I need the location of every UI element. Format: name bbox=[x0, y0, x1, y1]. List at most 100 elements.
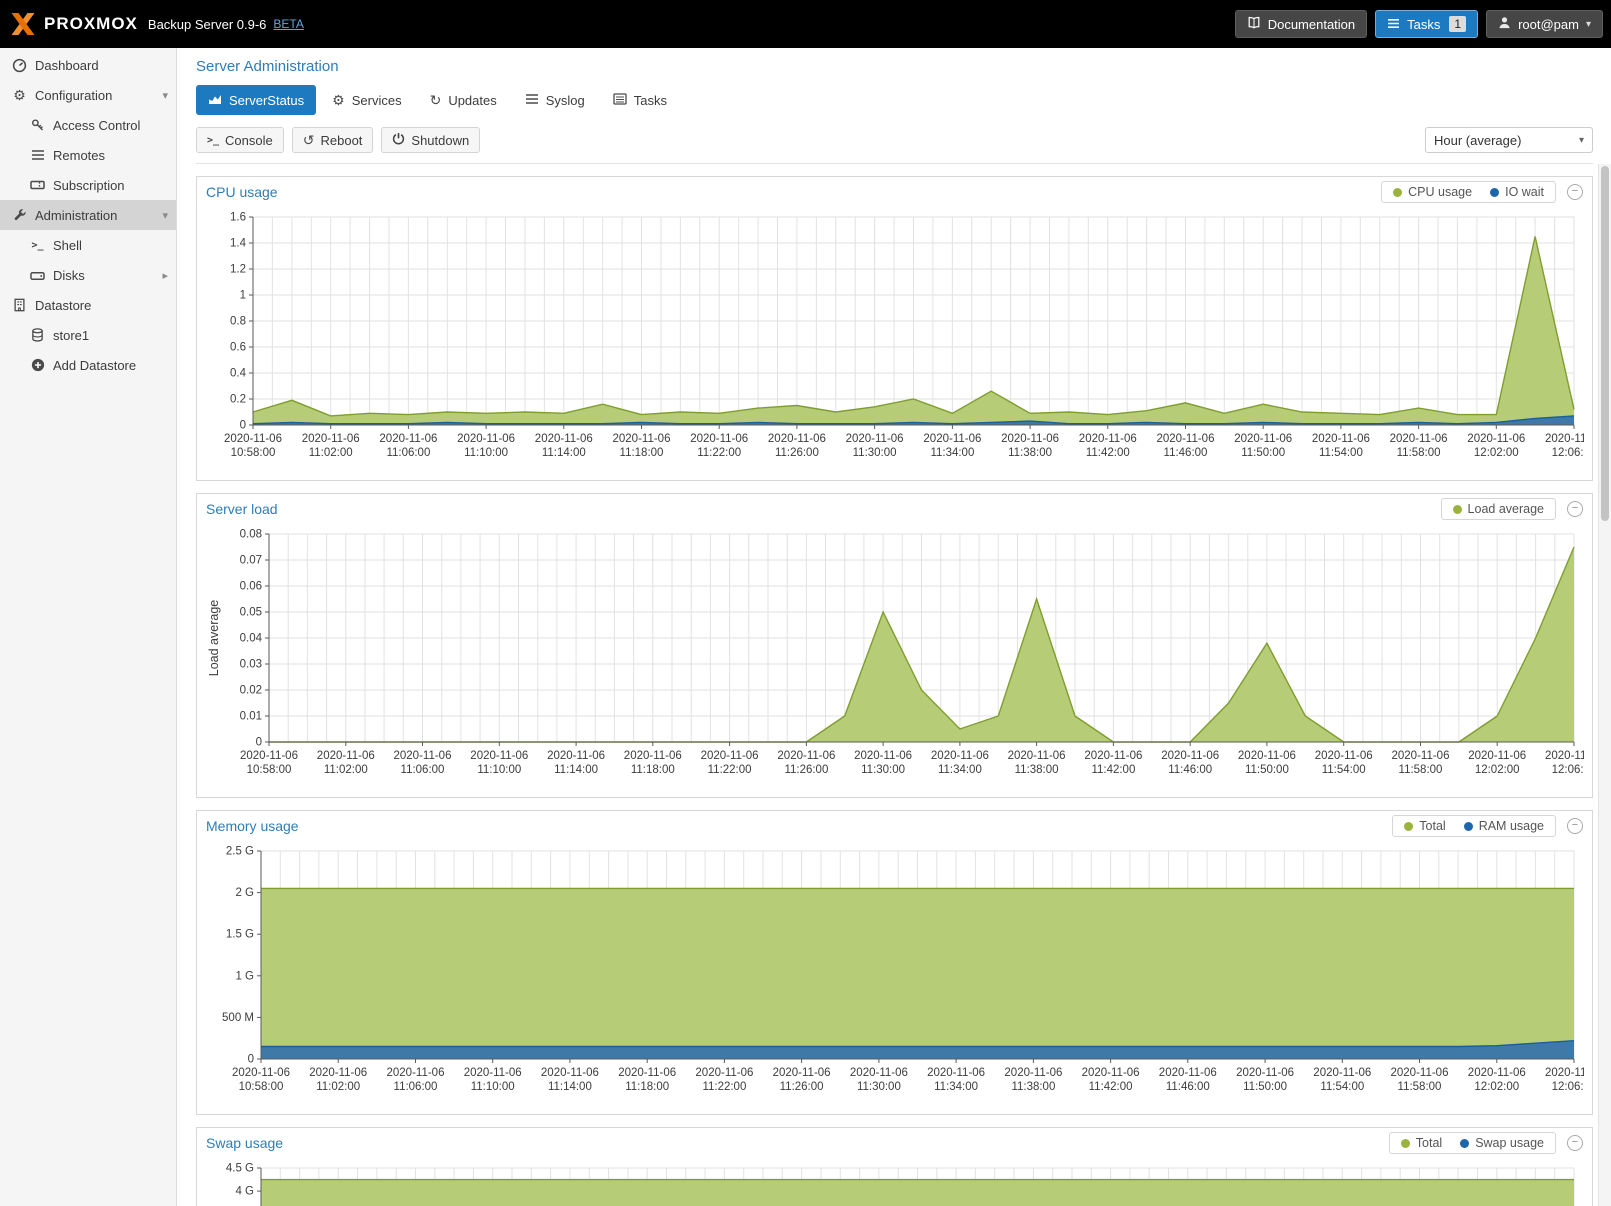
svg-text:2020-11-06: 2020-11-06 bbox=[309, 1067, 367, 1079]
svg-text:2020-11-06: 2020-11-06 bbox=[1082, 1067, 1140, 1079]
gear-icon: ⚙ bbox=[332, 93, 345, 107]
svg-text:2020-11-06: 2020-11-06 bbox=[1079, 433, 1137, 445]
tasks-badge: 1 bbox=[1449, 16, 1466, 32]
terminal-icon: >_ bbox=[28, 240, 47, 251]
chevron-right-icon: ▸ bbox=[162, 269, 168, 282]
svg-text:11:42:00: 11:42:00 bbox=[1091, 764, 1135, 776]
sidebar: Dashboard ⚙ Configuration ▾ Access Contr… bbox=[0, 48, 177, 1206]
svg-text:0.07: 0.07 bbox=[240, 555, 262, 567]
svg-text:0: 0 bbox=[240, 420, 246, 432]
svg-text:2020-11-06: 2020-11-06 bbox=[618, 1067, 676, 1079]
sidebar-item-access-control[interactable]: Access Control bbox=[0, 110, 176, 140]
server-load-chart: 00.010.020.030.040.050.060.070.082020-11… bbox=[205, 526, 1584, 789]
svg-text:10:58:00: 10:58:00 bbox=[239, 1081, 284, 1093]
sidebar-item-datastore[interactable]: Datastore bbox=[0, 290, 176, 320]
sidebar-item-configuration[interactable]: ⚙ Configuration ▾ bbox=[0, 80, 176, 110]
svg-text:2020-11-06: 2020-11-06 bbox=[773, 1067, 831, 1079]
collapse-button[interactable]: − bbox=[1567, 1135, 1583, 1151]
scrollbar-thumb[interactable] bbox=[1601, 166, 1609, 521]
svg-text:2020-11-06: 2020-11-06 bbox=[1468, 750, 1526, 762]
svg-text:2020-11-06: 2020-11-06 bbox=[302, 433, 360, 445]
svg-text:2020-11-06: 2020-11-06 bbox=[1468, 1067, 1526, 1079]
svg-text:11:22:00: 11:22:00 bbox=[697, 447, 741, 459]
time-range-select[interactable]: Hour (average) ▾ bbox=[1425, 127, 1593, 153]
gear-icon: ⚙ bbox=[10, 88, 29, 102]
sidebar-item-shell[interactable]: >_ Shell bbox=[0, 230, 176, 260]
documentation-button[interactable]: Documentation bbox=[1235, 10, 1367, 38]
shutdown-button[interactable]: Shutdown bbox=[381, 127, 480, 153]
svg-text:0: 0 bbox=[256, 737, 262, 749]
svg-text:11:18:00: 11:18:00 bbox=[620, 447, 664, 459]
legend-dot bbox=[1453, 505, 1462, 514]
svg-text:11:42:00: 11:42:00 bbox=[1089, 1081, 1133, 1093]
terminal-icon: >_ bbox=[207, 135, 219, 146]
collapse-button[interactable]: − bbox=[1567, 184, 1583, 200]
tab-services[interactable]: ⚙ Services bbox=[320, 85, 413, 115]
user-menu-button[interactable]: root@pam ▾ bbox=[1486, 10, 1603, 38]
svg-text:2020-11-06: 2020-11-06 bbox=[1391, 1067, 1449, 1079]
svg-text:2020-11-06: 2020-11-06 bbox=[240, 750, 298, 762]
legend-item: IO wait bbox=[1490, 185, 1544, 199]
sidebar-item-remotes[interactable]: Remotes bbox=[0, 140, 176, 170]
sidebar-item-store1[interactable]: store1 bbox=[0, 320, 176, 350]
sidebar-item-dashboard[interactable]: Dashboard bbox=[0, 50, 176, 80]
svg-text:2020-11-06: 2020-11-06 bbox=[1390, 433, 1448, 445]
main-content: Server Administration ServerStatus ⚙ Ser… bbox=[178, 48, 1611, 1206]
collapse-button[interactable]: − bbox=[1567, 818, 1583, 834]
beta-link[interactable]: BETA bbox=[273, 17, 303, 31]
chevron-down-icon: ▾ bbox=[1579, 135, 1584, 146]
svg-text:2020-11-06: 2020-11-06 bbox=[846, 433, 904, 445]
svg-text:11:34:00: 11:34:00 bbox=[930, 447, 974, 459]
sidebar-item-add-datastore[interactable]: Add Datastore bbox=[0, 350, 176, 380]
refresh-icon: ↻ bbox=[430, 93, 442, 107]
svg-text:2020-11-06: 2020-11-06 bbox=[317, 750, 375, 762]
tasks-button[interactable]: Tasks 1 bbox=[1375, 10, 1478, 38]
reboot-icon: ↺ bbox=[303, 133, 315, 147]
app-title: Backup Server 0.9-6 bbox=[148, 17, 267, 32]
scrollbar[interactable] bbox=[1598, 164, 1611, 1206]
svg-text:0.01: 0.01 bbox=[240, 711, 262, 723]
svg-text:2020-11-06: 2020-11-06 bbox=[1236, 1067, 1294, 1079]
proxmox-logo: PROXMOX bbox=[10, 12, 138, 36]
svg-text:2020-11-06: 2020-11-06 bbox=[1467, 433, 1525, 445]
building-icon bbox=[10, 298, 29, 312]
sidebar-item-disks[interactable]: Disks ▸ bbox=[0, 260, 176, 290]
svg-text:2020-11-06: 2020-11-06 bbox=[1313, 1067, 1371, 1079]
svg-text:11:54:00: 11:54:00 bbox=[1320, 1081, 1364, 1093]
svg-text:2020-11-06: 2020-11-06 bbox=[387, 1067, 445, 1079]
legend-dot bbox=[1490, 188, 1499, 197]
collapse-button[interactable]: − bbox=[1567, 501, 1583, 517]
svg-text:11:02:00: 11:02:00 bbox=[309, 447, 353, 459]
svg-text:2020-11-06: 2020-11-06 bbox=[1312, 433, 1370, 445]
key-icon bbox=[28, 118, 47, 132]
console-button[interactable]: >_ Console bbox=[196, 127, 284, 153]
reboot-button[interactable]: ↺ Reboot bbox=[292, 127, 374, 153]
legend: Total Swap usage bbox=[1389, 1132, 1556, 1154]
svg-text:2020-11-06: 2020-11-06 bbox=[624, 750, 682, 762]
tab-updates[interactable]: ↻ Updates bbox=[418, 85, 509, 115]
panel-title: Server load bbox=[206, 501, 278, 517]
svg-text:11:10:00: 11:10:00 bbox=[471, 1081, 515, 1093]
book-icon bbox=[1247, 16, 1261, 32]
svg-text:2020-11-06: 2020-11-06 bbox=[547, 750, 605, 762]
svg-text:0.03: 0.03 bbox=[240, 659, 262, 671]
svg-text:2020-11-06: 2020-11-06 bbox=[1315, 750, 1373, 762]
svg-text:11:18:00: 11:18:00 bbox=[625, 1081, 669, 1093]
memory-usage-panel: Memory usage Total RAM usage − 0500 M1 G… bbox=[196, 810, 1593, 1115]
svg-text:11:30:00: 11:30:00 bbox=[853, 447, 897, 459]
svg-text:1 G: 1 G bbox=[235, 970, 254, 982]
svg-text:11:14:00: 11:14:00 bbox=[542, 447, 586, 459]
legend: Total RAM usage bbox=[1392, 815, 1556, 837]
sidebar-item-administration[interactable]: Administration ▾ bbox=[0, 200, 176, 230]
server-load-panel: Server load Load average − 00.010.020.03… bbox=[196, 493, 1593, 798]
svg-text:11:14:00: 11:14:00 bbox=[554, 764, 598, 776]
svg-text:12:02:00: 12:02:00 bbox=[1475, 764, 1520, 776]
tab-tasks[interactable]: Tasks bbox=[601, 85, 679, 115]
tab-serverstatus[interactable]: ServerStatus bbox=[196, 85, 316, 115]
svg-text:11:58:00: 11:58:00 bbox=[1399, 764, 1443, 776]
svg-text:0.4: 0.4 bbox=[230, 368, 247, 380]
sidebar-item-subscription[interactable]: Subscription bbox=[0, 170, 176, 200]
svg-text:11:30:00: 11:30:00 bbox=[857, 1081, 901, 1093]
tab-syslog[interactable]: Syslog bbox=[513, 85, 597, 115]
svg-text:11:54:00: 11:54:00 bbox=[1319, 447, 1363, 459]
